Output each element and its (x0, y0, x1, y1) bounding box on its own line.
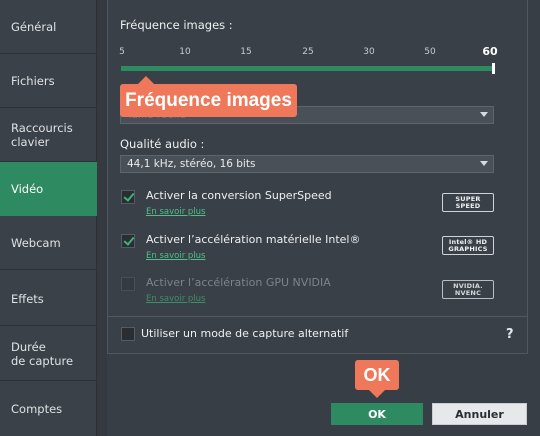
superspeed-label: Activer la conversion SuperSpeed (146, 189, 332, 202)
nvidia-acceleration-label: Activer l’accélération GPU NVIDIA (146, 276, 331, 289)
sidebar-item-shortcuts[interactable]: Raccourcis clavier (0, 108, 97, 162)
slider-fill (121, 66, 493, 71)
sidebar-item-capture-duration[interactable]: Durée de capture (0, 327, 97, 381)
ok-button[interactable]: OK (331, 403, 423, 425)
sidebar-item-effects[interactable]: Effets (0, 272, 97, 326)
alt-capture-label: Utiliser un mode de capture alternatif (141, 327, 349, 340)
intel-acceleration-label: Activer l’accélération matérielle Intel® (146, 233, 361, 246)
settings-sidebar: Général Fichiers Raccourcis clavier Vidé… (0, 0, 97, 436)
tick-label: 15 (240, 47, 252, 57)
tick-label: 50 (424, 47, 436, 57)
nvidia-acceleration-checkbox[interactable] (121, 277, 135, 291)
sidebar-item-video[interactable]: Vidéo (0, 162, 97, 216)
sidebar-item-files[interactable]: Fichiers (0, 54, 97, 108)
ok-tooltip: OK (355, 360, 399, 398)
intel-learn-more-link[interactable]: En savoir plus (146, 251, 205, 261)
chevron-down-icon (480, 112, 488, 117)
audio-quality-label: Qualité audio : (120, 137, 205, 151)
section-divider (108, 316, 527, 317)
frame-rate-tooltip: Fréquence images (120, 76, 297, 117)
tick-label: 5 (119, 47, 125, 57)
video-settings-panel: Fréquence images : 5 10 15 25 30 50 60 T… (107, 0, 528, 354)
sidebar-divider (97, 0, 107, 436)
audio-quality-value: 44,1 kHz, stéréo, 16 bits (127, 158, 256, 170)
tick-label: 30 (363, 47, 375, 57)
slider-handle[interactable] (492, 63, 495, 74)
cancel-button[interactable]: Annuler (432, 403, 527, 425)
intel-hd-graphics-logo: Intel® HD GRAPHICS (442, 236, 494, 255)
alt-capture-checkbox[interactable] (121, 327, 135, 341)
nvidia-learn-more-link[interactable]: En savoir plus (146, 294, 205, 304)
tick-label: 10 (179, 47, 191, 57)
audio-quality-select[interactable]: 44,1 kHz, stéréo, 16 bits (120, 155, 494, 173)
superspeed-checkbox[interactable] (121, 190, 135, 204)
superspeed-logo: SUPER SPEED (442, 193, 494, 212)
frame-rate-scale: 5 10 15 25 30 50 60 (119, 45, 500, 61)
chevron-down-icon (480, 161, 488, 166)
frame-rate-slider[interactable] (121, 63, 495, 74)
frame-rate-label: Fréquence images : (120, 18, 233, 32)
tick-label-selected: 60 (482, 45, 498, 58)
intel-acceleration-checkbox[interactable] (121, 234, 135, 248)
tick-label: 25 (302, 47, 314, 57)
sidebar-item-general[interactable]: Général (0, 0, 97, 54)
sidebar-item-accounts[interactable]: Comptes (0, 382, 97, 436)
help-icon[interactable]: ? (506, 327, 514, 342)
sidebar-item-webcam[interactable]: Webcam (0, 216, 97, 270)
superspeed-learn-more-link[interactable]: En savoir plus (146, 207, 205, 217)
nvidia-nvenc-logo: NVIDIA. NVENC (442, 280, 494, 299)
